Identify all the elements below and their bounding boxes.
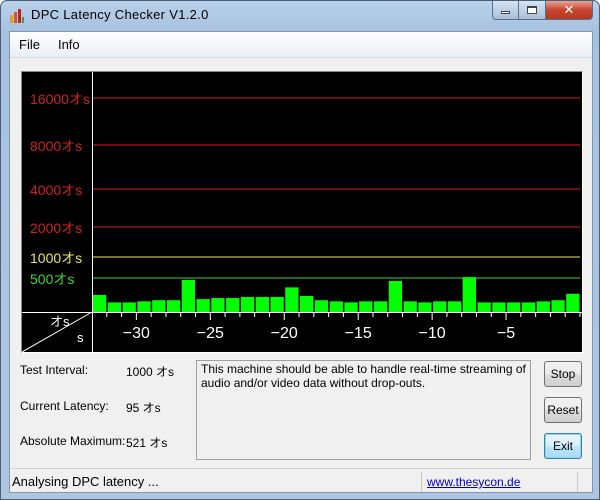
- latency-bar: [300, 295, 314, 312]
- window-title: DPC Latency Checker V1.2.0: [31, 7, 209, 22]
- client-area: File Info 16000オs 8000オs 4000オs 2000オs 1000オ…: [9, 31, 593, 493]
- latency-bar: [226, 298, 240, 312]
- latency-bar: [521, 302, 536, 312]
- absolute-maximum-label: Absolute Maximum:: [20, 434, 126, 448]
- current-latency-label: Current Latency:: [20, 399, 109, 413]
- x-tick-label: −25: [197, 325, 224, 342]
- latency-bar: [447, 301, 462, 312]
- menu-file[interactable]: File: [10, 37, 49, 52]
- test-interval-value: 1000 オs: [126, 365, 175, 379]
- latency-bar: [507, 302, 521, 312]
- latency-bar: [314, 300, 329, 312]
- latency-bar: [285, 287, 299, 312]
- latency-bar: [329, 301, 343, 312]
- menu-bar: File Info: [10, 32, 592, 58]
- current-latency-value: 95 オs: [126, 401, 161, 415]
- latency-bar: [388, 280, 403, 312]
- minimize-icon: [501, 11, 510, 14]
- latency-bar: [566, 293, 580, 312]
- app-window: DPC Latency Checker V1.2.0 ✕ File Info 1…: [0, 0, 600, 500]
- stop-button[interactable]: Stop: [544, 361, 582, 387]
- latency-bar: [122, 302, 136, 312]
- status-bar: Analysing DPC latency ... www.thesycon.d…: [10, 468, 592, 494]
- y-axis-label: 500オs: [30, 271, 74, 287]
- y-axis-label: 4000オs: [30, 182, 82, 198]
- latency-bar: [93, 295, 107, 312]
- latency-bar: [270, 296, 284, 312]
- latency-bar: [373, 301, 388, 312]
- minimize-button[interactable]: [492, 1, 519, 20]
- menu-info[interactable]: Info: [49, 37, 89, 52]
- latency-bar: [551, 300, 565, 312]
- test-interval-label: Test Interval:: [20, 363, 89, 377]
- latency-bar: [492, 302, 506, 312]
- latency-bar: [344, 302, 358, 312]
- latency-bar: [166, 300, 181, 312]
- latency-bar: [477, 302, 491, 312]
- y-axis-label: 16000オs: [30, 91, 90, 107]
- reset-button[interactable]: Reset: [544, 397, 582, 423]
- latency-bar: [359, 301, 373, 312]
- latency-bar: [152, 300, 166, 312]
- latency-bar: [196, 299, 210, 312]
- result-message: This machine should be able to handle re…: [196, 360, 531, 460]
- latency-bar: [255, 296, 269, 312]
- exit-button[interactable]: Exit: [544, 433, 582, 459]
- status-text: Analysing DPC latency ...: [12, 474, 159, 489]
- latency-bar: [433, 301, 447, 312]
- latency-bar: [240, 296, 255, 312]
- latency-bar: [418, 302, 432, 312]
- x-tick-label: −15: [345, 325, 372, 342]
- y-unit-label: オs: [50, 314, 70, 329]
- x-unit-label: s: [77, 330, 84, 345]
- y-axis-label: 8000オs: [30, 138, 82, 154]
- latency-chart-svg: 16000オs 8000オs 4000オs 2000オs 1000オs 500オs オss −…: [21, 72, 582, 353]
- website-link[interactable]: www.thesycon.de: [427, 475, 520, 489]
- latency-bar: [107, 302, 122, 312]
- close-icon: ✕: [563, 2, 575, 18]
- latency-bar: [462, 277, 476, 312]
- latency-bar: [403, 301, 417, 312]
- absolute-maximum-value: 521 オs: [126, 436, 168, 450]
- latency-bar: [137, 301, 151, 312]
- latency-chart: 16000オs 8000オs 4000オs 2000オs 1000オs 500オs オs s −…: [21, 71, 583, 353]
- latency-bar: [181, 279, 196, 312]
- x-tick-label: −5: [497, 325, 515, 342]
- x-tick-label: −30: [123, 325, 150, 342]
- latency-bar: [536, 301, 550, 312]
- x-tick-label: −10: [419, 325, 446, 342]
- close-button[interactable]: ✕: [546, 1, 593, 20]
- latency-bar: [211, 298, 225, 312]
- y-axis-label: 1000オs: [30, 250, 82, 266]
- maximize-icon: [527, 6, 537, 14]
- maximize-button[interactable]: [519, 1, 546, 20]
- x-tick-label: −20: [271, 325, 298, 342]
- y-axis-label: 2000オs: [30, 220, 82, 236]
- app-icon: [10, 9, 24, 23]
